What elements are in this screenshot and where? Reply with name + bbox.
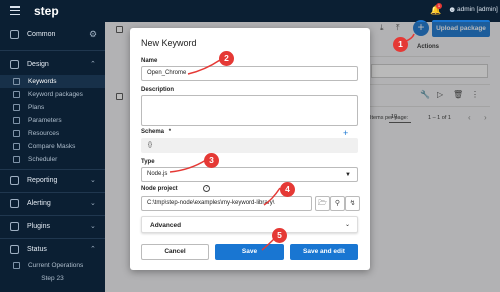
home-icon — [10, 30, 19, 39]
menu-icon[interactable] — [10, 6, 20, 16]
user-name[interactable]: admin [admin] — [457, 6, 498, 13]
chevron-down-icon: ⌄ — [90, 177, 96, 184]
sidebar-item-common[interactable]: Common ⚙ — [0, 27, 105, 43]
sidebar-item-current-operations[interactable]: Current Operations — [0, 259, 105, 272]
version-label: Step 23 — [41, 275, 64, 282]
sidebar-item-label: Current Operations — [28, 262, 84, 269]
sidebar-item-compare-masks[interactable]: Compare Masks — [0, 140, 105, 153]
type-label: Type — [141, 159, 155, 165]
chevron-down-icon: ⌄ — [345, 222, 351, 228]
plans-icon — [13, 104, 20, 111]
sidebar-group-plugins[interactable]: Plugins ⌄ — [0, 219, 105, 235]
description-label: Description — [141, 87, 175, 93]
file-icon — [13, 130, 20, 137]
folder-icon[interactable]: 🗁 — [315, 196, 330, 211]
sidebar-item-scheduler[interactable]: Scheduler — [0, 153, 105, 166]
callout-5: 5 — [272, 228, 287, 243]
reporting-icon — [10, 176, 19, 185]
dropdown-arrow-icon: ▼ — [345, 172, 351, 178]
mask-icon — [13, 143, 20, 150]
description-textarea[interactable] — [141, 95, 358, 126]
operations-icon — [13, 262, 20, 269]
sidebar-item-resources[interactable]: Resources — [0, 127, 105, 140]
sidebar-item-keyword-packages[interactable]: Keyword packages — [0, 88, 105, 101]
keywords-icon — [13, 78, 20, 85]
sidebar: Common ⚙ Design ⌃ Keywords Keyword packa… — [0, 22, 105, 292]
sidebar-item-label: Common — [27, 31, 56, 38]
sidebar-item-label: Compare Masks — [28, 143, 76, 150]
sidebar-item-label: Reporting — [27, 177, 58, 184]
callout-4: 4 — [280, 182, 295, 197]
callout-3: 3 — [204, 153, 219, 168]
alerting-icon — [10, 199, 19, 208]
schema-input[interactable]: {} — [141, 138, 358, 153]
gear-icon[interactable]: ⚙ — [89, 29, 97, 40]
help-icon[interactable]: ? — [203, 185, 210, 192]
clock-icon — [13, 156, 20, 163]
name-input[interactable]: Open_Chrome — [141, 66, 358, 81]
sidebar-group-design[interactable]: Design ⌃ — [0, 57, 105, 73]
sidebar-item-label: Keywords — [28, 78, 57, 85]
top-bar: step 🔔 1 ☻ admin [admin] — [0, 0, 500, 22]
node-project-label: Node project — [141, 186, 178, 192]
dialog-title: New Keyword — [141, 38, 197, 48]
required-marker: * — [168, 129, 172, 135]
callout-1: 1 — [393, 37, 408, 52]
sidebar-item-label: Resources — [28, 130, 60, 137]
sidebar-item-label: Plugins — [27, 223, 50, 230]
advanced-label: Advanced — [150, 222, 182, 229]
add-schema-icon[interactable]: + — [343, 128, 348, 138]
notification-badge: 1 — [436, 3, 442, 9]
sidebar-item-parameters[interactable]: Parameters — [0, 114, 105, 127]
schema-label-text: Schema — [141, 129, 165, 135]
advanced-section[interactable]: Advanced ⌄ — [141, 216, 358, 233]
sidebar-item-label: Keyword packages — [28, 91, 83, 98]
chevron-up-icon: ⌃ — [90, 246, 96, 253]
chevron-down-icon: ⌄ — [90, 223, 96, 230]
chevron-down-icon: ⌄ — [90, 200, 96, 207]
type-select[interactable]: Node.js — [141, 167, 358, 182]
sidebar-group-reporting[interactable]: Reporting ⌄ — [0, 173, 105, 189]
sidebar-item-label: Design — [27, 61, 49, 68]
sidebar-item-label: Parameters — [28, 117, 62, 124]
chevron-up-icon: ⌃ — [90, 61, 96, 68]
sidebar-group-alerting[interactable]: Alerting ⌄ — [0, 196, 105, 212]
plugins-icon — [10, 222, 19, 231]
node-project-input[interactable]: C:\tmp\step-node\examples\my-keyword-lib… — [141, 196, 312, 211]
list-icon — [13, 117, 20, 124]
lightning-icon[interactable]: ↯ — [345, 196, 360, 211]
sidebar-item-label: Status — [27, 246, 47, 253]
save-button[interactable]: Save — [215, 244, 284, 260]
callout-2: 2 — [219, 51, 234, 66]
sidebar-item-label: Scheduler — [28, 156, 58, 163]
new-keyword-dialog: New Keyword Name Open_Chrome Description… — [130, 28, 370, 270]
save-and-edit-button[interactable]: Save and edit — [290, 244, 358, 260]
design-icon — [10, 60, 19, 69]
user-icon[interactable]: ☻ — [448, 5, 456, 14]
search-icon[interactable]: ⚲ — [330, 196, 345, 211]
status-icon — [10, 245, 19, 254]
sidebar-item-keywords[interactable]: Keywords — [0, 75, 105, 88]
schema-label: Schema * — [141, 129, 171, 135]
app-logo: step — [34, 4, 59, 18]
sidebar-group-status[interactable]: Status ⌃ — [0, 242, 105, 258]
sidebar-item-plans[interactable]: Plans — [0, 101, 105, 114]
sidebar-item-label: Alerting — [27, 200, 51, 207]
name-label: Name — [141, 58, 158, 64]
sidebar-item-label: Plans — [28, 104, 45, 111]
package-icon — [13, 91, 20, 98]
cancel-button[interactable]: Cancel — [141, 244, 209, 260]
